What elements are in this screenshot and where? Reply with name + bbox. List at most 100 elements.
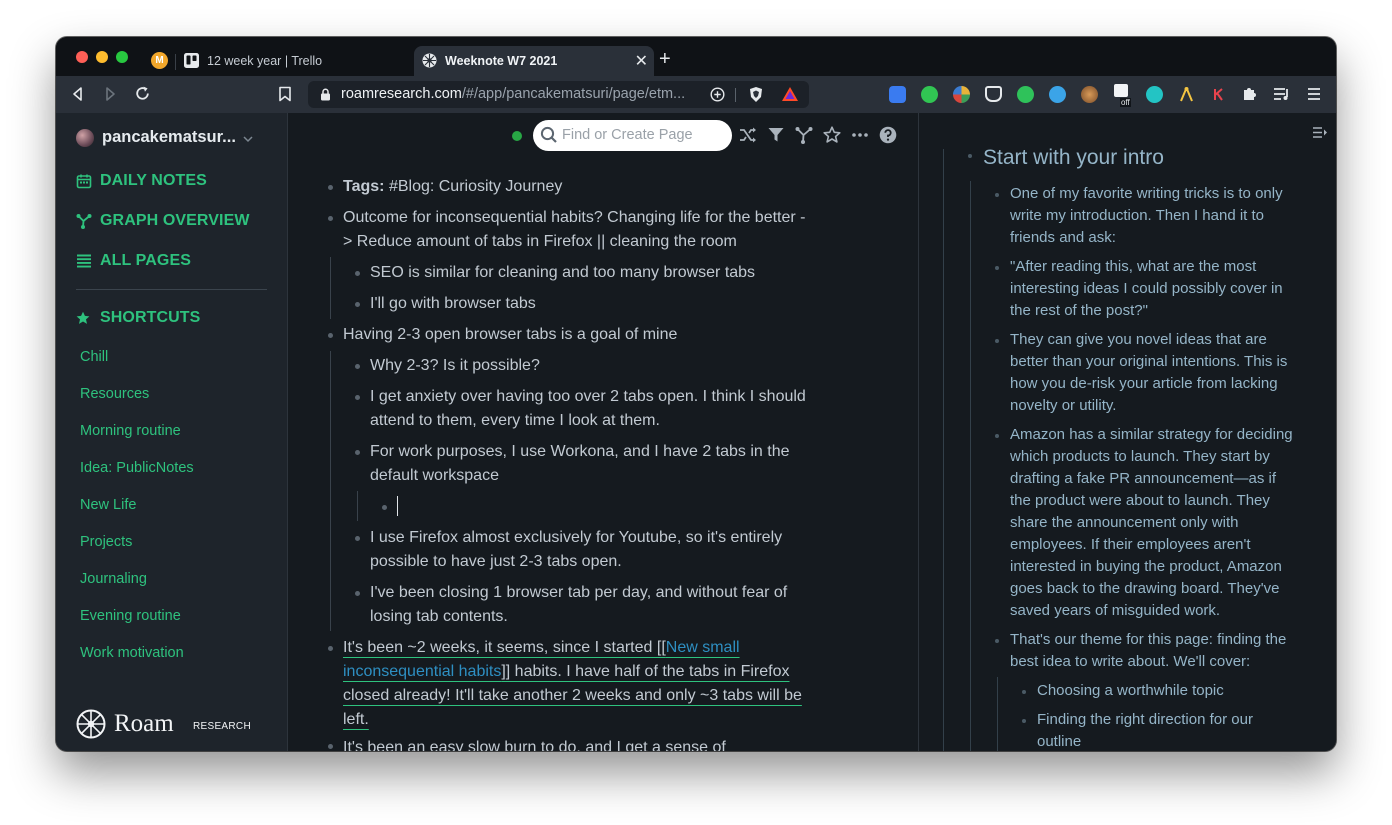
- block-intro-trick[interactable]: One of my favorite writing tricks is to …: [1010, 183, 1283, 249]
- more-options-icon[interactable]: [851, 126, 869, 144]
- shortcut-item[interactable]: Evening routine: [80, 608, 181, 624]
- extension-pen-icon[interactable]: [1049, 86, 1066, 103]
- tab-roam[interactable]: Weeknote W7 2021 ✕: [414, 46, 654, 76]
- block-bullet[interactable]: [995, 193, 999, 197]
- block-topic[interactable]: Choosing a worthwhile topic: [1037, 680, 1224, 702]
- block-question[interactable]: "After reading this, what are the most in…: [1010, 256, 1283, 322]
- block-novel-ideas[interactable]: They can give you novel ideas that are be…: [1010, 329, 1287, 417]
- tags-label: Tags:: [343, 178, 385, 195]
- shortcut-item[interactable]: Journaling: [80, 571, 147, 587]
- minimize-window-button[interactable]: [96, 51, 108, 63]
- roam-logo-icon: [76, 709, 106, 739]
- block-anxiety[interactable]: I get anxiety over having too over 2 tab…: [370, 385, 806, 433]
- tab-trello[interactable]: 12 week year | Trello: [176, 46, 412, 76]
- add-icon[interactable]: [710, 87, 725, 102]
- extension-qr-icon[interactable]: [1114, 84, 1128, 97]
- block-bullet[interactable]: [995, 434, 999, 438]
- shortcut-item[interactable]: Chill: [80, 349, 108, 365]
- block-closing[interactable]: I've been closing 1 browser tab per day,…: [370, 581, 787, 629]
- block-bullet[interactable]: [1022, 719, 1026, 723]
- bookmark-icon[interactable]: [278, 86, 292, 102]
- block-tags[interactable]: Tags: #Blog: Curiosity Journey: [343, 175, 562, 199]
- block-bullet[interactable]: [328, 333, 333, 338]
- address-bar[interactable]: roamresearch.com/#/app/pancakematsuri/pa…: [308, 81, 809, 108]
- extension-chrome-icon[interactable]: [953, 86, 970, 103]
- block-youtube[interactable]: I use Firefox almost exclusively for You…: [370, 526, 782, 574]
- sidebar-block-title[interactable]: Start with your intro: [983, 146, 1164, 170]
- extension-plus-icon[interactable]: [1146, 86, 1163, 103]
- block-text: losing tab contents.: [370, 608, 508, 625]
- star-icon[interactable]: [823, 126, 841, 144]
- block-bullet[interactable]: [355, 271, 360, 276]
- chevron-down-icon: [243, 136, 253, 143]
- block-bullet[interactable]: [355, 536, 360, 541]
- help-icon[interactable]: [879, 126, 897, 144]
- block-bullet[interactable]: [968, 154, 972, 158]
- back-icon[interactable]: [70, 86, 86, 102]
- block-bullet[interactable]: [355, 395, 360, 400]
- browser-window: M 12 week year | Trello Weeknote W7 2021…: [56, 37, 1336, 751]
- extension-bookmark-icon[interactable]: [889, 86, 906, 103]
- close-window-button[interactable]: [76, 51, 88, 63]
- new-tab-button[interactable]: +: [659, 49, 671, 69]
- random-page-icon[interactable]: [739, 126, 757, 144]
- shortcut-item[interactable]: Morning routine: [80, 423, 181, 439]
- block-bullet[interactable]: [328, 744, 333, 749]
- block-bullet[interactable]: [355, 364, 360, 369]
- page-ref-link[interactable]: New small: [666, 639, 740, 656]
- block-theme[interactable]: That's our theme for this page: finding …: [1010, 629, 1286, 673]
- brave-shields-icon[interactable]: [748, 86, 764, 103]
- shortcut-item[interactable]: Idea: PublicNotes: [80, 460, 194, 476]
- extension-k-icon[interactable]: [1210, 86, 1227, 103]
- block-bullet[interactable]: [995, 339, 999, 343]
- shortcut-item[interactable]: Resources: [80, 386, 149, 402]
- block-two-weeks[interactable]: It's been ~2 weeks, it seems, since I st…: [343, 636, 802, 732]
- block-bullet[interactable]: [1022, 690, 1026, 694]
- shortcut-item[interactable]: New Life: [80, 497, 136, 513]
- page-ref-link[interactable]: inconsequential habits: [343, 663, 501, 680]
- block-amazon[interactable]: Amazon has a similar strategy for decidi…: [1010, 424, 1293, 622]
- block-text: inconsequential habits]] habits. I have …: [343, 663, 790, 680]
- block-browser-tabs[interactable]: I'll go with browser tabs: [370, 292, 536, 316]
- block-seo[interactable]: SEO is similar for cleaning and too many…: [370, 261, 755, 285]
- tag-link[interactable]: #Blog: Curiosity Journey: [389, 178, 562, 195]
- shortcut-item[interactable]: Projects: [80, 534, 132, 550]
- extension-thumbs-up-icon[interactable]: [921, 86, 938, 103]
- playlist-icon[interactable]: [1273, 86, 1290, 102]
- graph-view-icon[interactable]: [795, 126, 813, 144]
- extension-cookie-icon[interactable]: [1081, 86, 1098, 103]
- block-bullet[interactable]: [382, 505, 387, 510]
- children-guide: [330, 351, 331, 631]
- block-bullet[interactable]: [995, 266, 999, 270]
- extension-person-icon[interactable]: [1178, 86, 1195, 103]
- shortcut-item[interactable]: Work motivation: [80, 645, 184, 661]
- reload-icon[interactable]: [134, 85, 151, 102]
- block-goal[interactable]: Having 2-3 open browser tabs is a goal o…: [343, 323, 677, 347]
- block-bullet[interactable]: [328, 185, 333, 190]
- collapse-sidebar-icon[interactable]: [1312, 126, 1328, 139]
- block-bullet[interactable]: [328, 216, 333, 221]
- block-outcome[interactable]: Outcome for inconsequential habits? Chan…: [343, 206, 806, 254]
- calendar-icon: [76, 174, 92, 189]
- menu-icon[interactable]: [1307, 86, 1321, 102]
- block-direction[interactable]: Finding the right direction for our outli…: [1037, 709, 1253, 751]
- block-bullet[interactable]: [328, 646, 333, 651]
- extension-instapaper-icon[interactable]: [1017, 86, 1034, 103]
- block-bullet[interactable]: [355, 591, 360, 596]
- block-bullet[interactable]: [995, 639, 999, 643]
- forward-icon[interactable]: [102, 86, 118, 102]
- brave-rewards-icon[interactable]: [781, 86, 799, 102]
- block-bullet[interactable]: [355, 302, 360, 307]
- block-workona[interactable]: For work purposes, I use Workona, and I …: [370, 440, 789, 488]
- block-bullet[interactable]: [355, 450, 360, 455]
- extension-pocket-icon[interactable]: [985, 86, 1002, 102]
- search-input[interactable]: Find or Create Page: [533, 120, 732, 151]
- profile-avatar[interactable]: M: [151, 52, 168, 69]
- filter-icon[interactable]: [767, 126, 785, 144]
- block-slow-burn[interactable]: It's been an easy slow burn to do, and I…: [343, 736, 726, 751]
- close-tab-icon[interactable]: ✕: [635, 51, 648, 71]
- nav-label: DAILY NOTES: [100, 172, 207, 189]
- block-why[interactable]: Why 2-3? Is it possible?: [370, 354, 540, 378]
- zoom-window-button[interactable]: [116, 51, 128, 63]
- extensions-puzzle-icon[interactable]: [1241, 86, 1257, 102]
